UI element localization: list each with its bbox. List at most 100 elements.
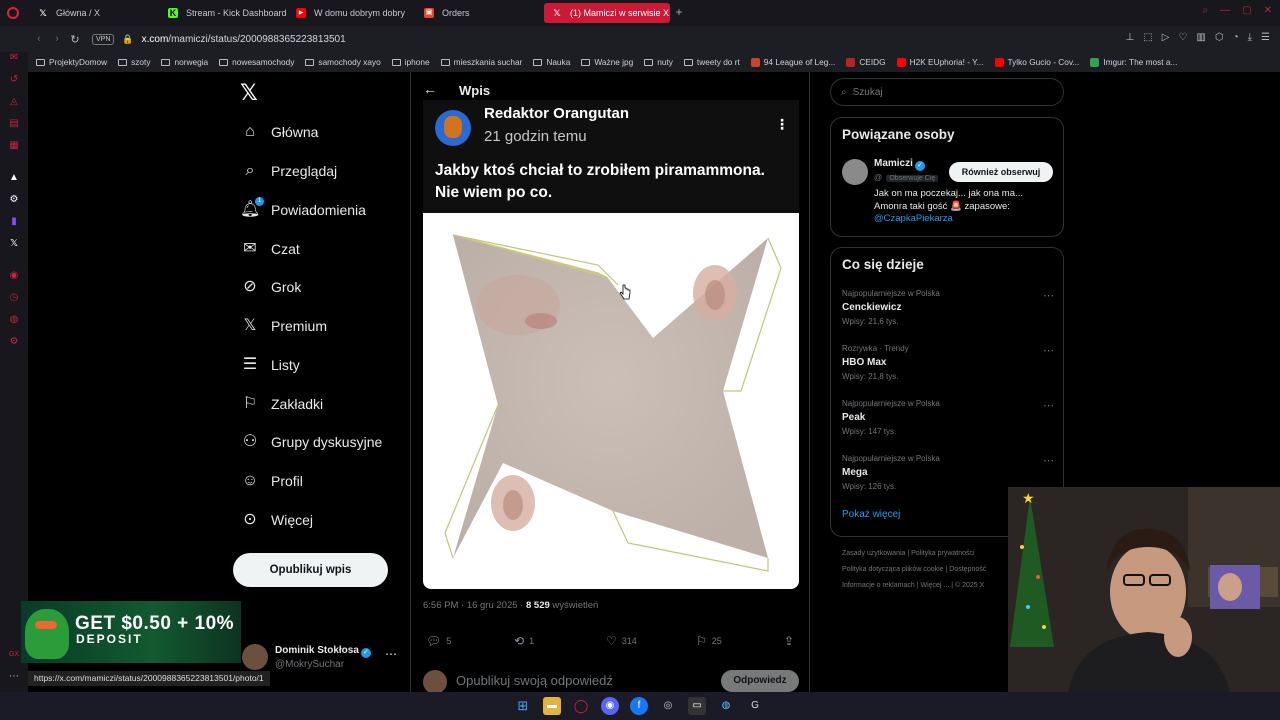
bookmark-folder[interactable]: nuty <box>644 57 673 67</box>
url-field[interactable]: x.com/mamiczi/status/2000988365223813501 <box>142 34 346 45</box>
nav-item-grok[interactable]: ⊘ Grok <box>240 272 301 302</box>
new-tab-plus-icon[interactable]: + <box>673 5 685 19</box>
more-icon[interactable]: ⋯ <box>1043 344 1054 357</box>
bookmark-folder[interactable]: nowesamochody <box>219 57 294 67</box>
app-g-icon[interactable]: G <box>746 697 764 715</box>
tab-orders[interactable]: ▣ Orders <box>416 3 536 23</box>
profile-icon[interactable]: ◔ <box>1233 32 1239 43</box>
menu-icon[interactable]: ☰ <box>1261 32 1270 43</box>
bookmark-link[interactable]: CEIDG <box>846 57 886 67</box>
vpn-badge[interactable]: VPN <box>92 33 115 45</box>
search-tabs-icon[interactable]: ⌕ <box>1203 5 1209 16</box>
opera-logo-icon[interactable] <box>0 0 26 26</box>
back-arrow-icon[interactable]: ← <box>423 81 437 97</box>
avatar[interactable] <box>842 159 868 185</box>
nav-item-profile[interactable]: ☺ Profil <box>240 466 303 496</box>
footer-link[interactable]: Więcej ... <box>920 582 949 589</box>
nav-item-notifications[interactable]: 🔔︎ 1 Powiadomienia <box>240 195 366 225</box>
sidebar-clock-icon[interactable]: ◷ <box>8 292 20 304</box>
reload-icon[interactable]: ↻ <box>66 33 84 46</box>
like-action[interactable]: ♡ 314 <box>606 634 637 648</box>
bookmark-folder[interactable]: ProjektyDomow <box>36 57 107 67</box>
reply-input[interactable]: Opublikuj swoją odpowiedź <box>456 673 613 688</box>
sidebar-twitch-icon[interactable]: ▮ <box>8 216 20 228</box>
tweet-image[interactable] <box>423 213 799 589</box>
footer-link[interactable]: Polityka prywatności <box>911 550 974 557</box>
sidebar-settings-icon[interactable]: ⚙ <box>8 336 20 348</box>
sidebar-calendar-icon[interactable]: ▦ <box>8 140 20 152</box>
extensions-icon[interactable]: ⬡ <box>1215 32 1224 43</box>
bookmark-folder[interactable]: szoty <box>118 57 150 67</box>
sidebar-chatgpt-icon[interactable]: ⚙ <box>8 194 20 206</box>
bookmark-link[interactable]: 94 League of Leg... <box>750 57 835 67</box>
sidebar-paint-icon[interactable]: ◍ <box>8 314 20 326</box>
sidebar-player-icon[interactable]: ◉ <box>8 270 20 282</box>
post-button[interactable]: Opublikuj wpis <box>233 553 388 587</box>
sidebar-more-icon[interactable]: ⋯ <box>8 671 20 683</box>
account-switcher[interactable]: Dominik Stokłosa ✓ @MokrySuchar ⋯ <box>242 644 402 674</box>
show-more-link[interactable]: Pokaż więcej <box>842 509 900 520</box>
follow-back-button[interactable]: Również obserwuj <box>949 162 1053 182</box>
bookmark-link[interactable]: Tylko Gucio - Cov... <box>994 57 1079 67</box>
bookmark-action[interactable]: ⚐ 25 <box>696 634 722 648</box>
bookmark-link[interactable]: Imgur: The most a... <box>1090 57 1177 67</box>
minimize-icon[interactable]: — <box>1220 5 1230 16</box>
sidebar-history-icon[interactable]: ↺ <box>8 74 20 86</box>
bookmark-folder[interactable]: iphone <box>391 57 430 67</box>
bookmark-folder[interactable]: samochody xayo <box>305 57 381 67</box>
nav-item-chat[interactable]: ✉ Czat <box>240 234 300 264</box>
sidebar-aria-icon[interactable]: ▲ <box>8 172 20 184</box>
bookmark-folder[interactable]: Nauka <box>533 57 570 67</box>
more-icon[interactable]: ⋯ <box>1043 399 1054 412</box>
search-input[interactable]: ⌕ Szukaj <box>830 78 1064 106</box>
discord-icon[interactable]: ◉ <box>601 697 619 715</box>
repost-action[interactable]: ⟲ 1 <box>514 634 534 648</box>
tab-youtube[interactable]: ▶ W domu dobrym dobry s <box>288 3 408 23</box>
nav-item-home[interactable]: ⌂ Główna <box>240 117 318 147</box>
opera-gx-icon[interactable]: ◯ <box>572 697 590 715</box>
download-icon[interactable]: ⤓ <box>1248 32 1252 43</box>
bookmark-link[interactable]: H2K EUphoria! - Y... <box>896 57 984 67</box>
snapshot-icon[interactable]: ⬚ <box>1143 32 1152 43</box>
forward-nav-icon[interactable]: › <box>48 33 66 45</box>
x-logo-icon[interactable]: 𝕏 <box>240 80 258 106</box>
bookmark-folder[interactable]: tweety do rt <box>683 57 740 67</box>
trend-item[interactable]: Najpopularniejsze w Polska Peak Wpisy: 1… <box>842 399 1054 443</box>
trend-item[interactable]: Rozrywka · Trendy HBO Max Wpisy: 21,8 ty… <box>842 344 1054 388</box>
footer-link[interactable]: Dostępność <box>949 566 986 573</box>
more-icon[interactable]: ⋯ <box>385 647 397 661</box>
steam-icon[interactable]: ◍ <box>717 697 735 715</box>
pin-icon[interactable]: ⊥ <box>1126 32 1135 43</box>
bio-mention-link[interactable]: @CzapkaPiekarza <box>874 213 953 224</box>
player-icon[interactable]: ▷ <box>1162 32 1170 43</box>
footer-link[interactable]: Zasady użytkowania <box>842 550 905 557</box>
more-icon[interactable]: ⋯ <box>1043 454 1054 467</box>
bookmark-folder[interactable]: Ważne jpg <box>581 57 633 67</box>
nav-item-more[interactable]: ⊙ Więcej <box>240 505 313 535</box>
bookmark-folder[interactable]: mieszkania suchar <box>440 57 522 67</box>
reply-button[interactable]: Odpowiedz <box>721 670 799 692</box>
share-action[interactable]: ⇪ <box>784 634 794 648</box>
nav-item-bookmarks[interactable]: ⚐ Zakładki <box>240 389 323 419</box>
nav-item-communities[interactable]: ⚇ Grupy dyskusyjne <box>240 427 382 457</box>
windows-start-icon[interactable]: ⊞ <box>514 697 532 715</box>
reply-action[interactable]: 💬︎ 5 <box>426 634 451 648</box>
nav-item-lists[interactable]: ☰ Listy <box>240 350 300 380</box>
trend-item[interactable]: Najpopularniejsze w Polska Cenckiewicz W… <box>842 289 1054 333</box>
footer-link[interactable]: Informacje o reklamach <box>842 582 915 589</box>
obs-icon[interactable]: ◎ <box>659 697 677 715</box>
more-icon[interactable]: ⋯ <box>1043 289 1054 302</box>
sidebar-bag-icon[interactable]: ◬ <box>8 96 20 108</box>
maximize-icon[interactable]: ▢ <box>1242 5 1251 16</box>
sidebar-mail-icon[interactable]: ✉ <box>8 52 20 64</box>
sidebar-x-icon[interactable]: 𝕏 <box>8 238 20 250</box>
footer-link[interactable]: Polityka dotycząca plików cookie <box>842 566 944 573</box>
nav-item-premium[interactable]: 𝕏 Premium <box>240 311 327 341</box>
file-explorer-icon[interactable]: ▬ <box>543 697 561 715</box>
more-vertical-icon[interactable]: ⋮ <box>775 116 789 133</box>
terminal-icon[interactable]: ▭ <box>688 697 706 715</box>
heart-icon[interactable]: ♡ <box>1178 32 1187 43</box>
facebook-icon[interactable]: f <box>630 697 648 715</box>
panel-icon[interactable]: ▥ <box>1196 32 1205 43</box>
bookmark-folder[interactable]: norwegia <box>161 57 208 67</box>
